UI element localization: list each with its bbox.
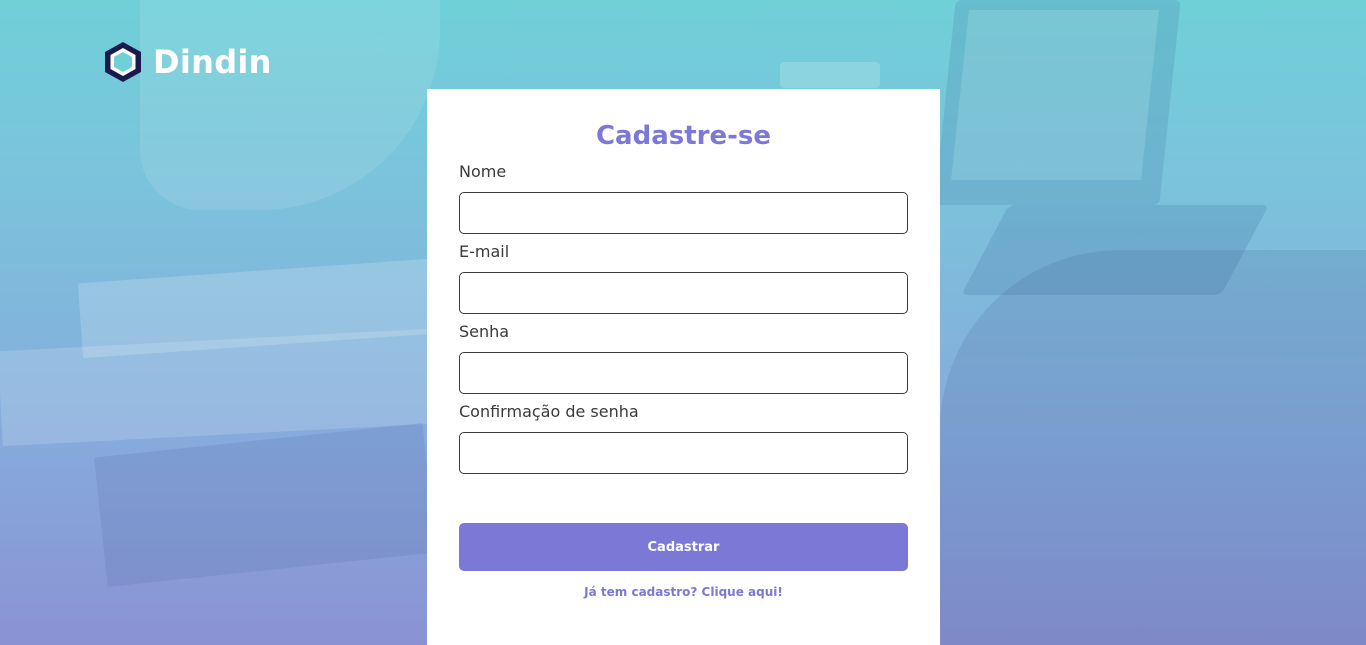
brand-name: Dindin [153, 43, 272, 81]
background-shape [94, 423, 436, 587]
password-field-group: Senha [459, 322, 908, 394]
email-input[interactable] [459, 272, 908, 314]
email-label: E-mail [459, 242, 510, 261]
password-confirm-field-group: Confirmação de senha [459, 402, 908, 474]
password-confirm-label: Confirmação de senha [459, 402, 639, 421]
background-shape [140, 0, 440, 210]
signup-card: Cadastre-se Nome E-mail Senha Confirmaçã… [427, 89, 940, 645]
login-link[interactable]: Já tem cadastro? Clique aqui! [459, 585, 908, 599]
background-shape [951, 10, 1159, 180]
page-title: Cadastre-se [595, 121, 772, 151]
email-field-group: E-mail [459, 242, 908, 314]
signup-button[interactable]: Cadastrar [459, 523, 908, 571]
name-input[interactable] [459, 192, 908, 234]
brand-logo[interactable]: Dindin [103, 40, 272, 84]
name-label: Nome [459, 162, 507, 181]
password-input[interactable] [459, 352, 908, 394]
password-label: Senha [459, 322, 510, 341]
name-field-group: Nome [459, 162, 908, 234]
password-confirm-input[interactable] [459, 432, 908, 474]
background-shape [780, 62, 880, 88]
background-shape [940, 250, 1366, 645]
hexagon-logo-icon [105, 42, 141, 82]
